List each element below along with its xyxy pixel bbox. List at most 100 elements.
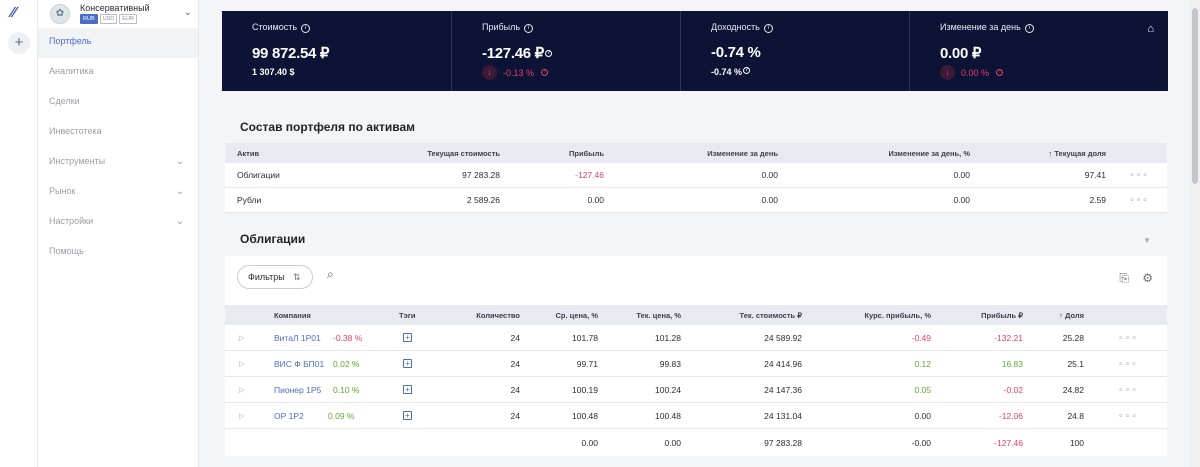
add-tag-icon[interactable]: +	[403, 359, 412, 368]
totals-row: 0.00 0.00 97 283.28 -0.00 -127.46 100	[225, 429, 1167, 456]
sidebar-item-label: Портфель	[49, 36, 92, 46]
sidebar-item[interactable]: Инструменты ⌄	[38, 148, 198, 178]
filters-button[interactable]: Фильтры ⇅	[237, 265, 313, 289]
expand-triangle-icon[interactable]: ▷	[239, 360, 244, 368]
col-current-value[interactable]: Текущая стоимость	[427, 149, 500, 158]
col-day-change-pct[interactable]: Изменение за день, %	[888, 149, 970, 158]
table-row[interactable]: Рубли 2 589.26 0.00 0.00 0.00 2.59 ∘∘∘	[225, 188, 1167, 213]
asset-day-change-pct: 0.00	[953, 195, 970, 205]
sidebar-item[interactable]: Портфель	[38, 28, 198, 58]
scrollbar-thumb[interactable]	[1192, 8, 1198, 184]
more-icon[interactable]: ∘∘∘	[1129, 169, 1149, 180]
currency-rub[interactable]: RUB	[80, 14, 98, 24]
bond-fx-profit: 0.12	[914, 359, 931, 369]
bond-cur-value: 24 589.92	[764, 333, 802, 343]
collapse-triangle-icon[interactable]: ▼	[1143, 236, 1151, 245]
add-tag-icon[interactable]: +	[403, 333, 412, 342]
bond-company-link[interactable]: ОР 1Р2	[274, 411, 304, 421]
bond-fx-profit: -0.49	[911, 333, 931, 343]
bond-qty: 24	[510, 411, 520, 421]
add-tag-icon[interactable]: +	[403, 385, 412, 394]
sidebar-item[interactable]: Инвестотека	[38, 118, 198, 148]
info-icon[interactable]: i	[763, 24, 773, 33]
col-share[interactable]: ↑ Доля	[1059, 311, 1084, 320]
col-profit[interactable]: Прибыль ₽	[981, 311, 1023, 320]
expand-triangle-icon[interactable]: ▷	[239, 412, 244, 420]
table-row[interactable]: ▷ ОР 1Р2 0.09 % +24 100.48 100.48 24 131.04 0.0…	[225, 403, 1167, 429]
table-row[interactable]: ▷ ВИС Ф БП01 0.02 % +24 99.71 99.83 24 414.96 0…	[225, 351, 1167, 377]
bond-company-link[interactable]: Пионер 1Р5	[274, 385, 321, 395]
chevron-down-icon[interactable]: ⌄	[176, 148, 184, 175]
bond-profit: -0.02	[1003, 385, 1023, 395]
table-row[interactable]: ▷ Пионер 1Р5 0.10 % +24 100.19 100.24 24 147.3…	[225, 377, 1167, 403]
add-portfolio-button[interactable]: +	[8, 32, 30, 54]
summary-day-change: Изменение за день i 0.00 ₽ ↓ 0.00 %? ⌂	[909, 11, 1168, 91]
add-tag-icon[interactable]: +	[403, 411, 412, 420]
col-qty[interactable]: Количество	[476, 311, 520, 320]
asset-share: 97.41	[1084, 170, 1106, 180]
help-icon[interactable]: ?	[541, 69, 549, 76]
view-toggle-icon[interactable]: ⚙	[1142, 271, 1153, 285]
currency-eur[interactable]: EUR	[119, 14, 137, 24]
summary-yield-sub: -0.74 %	[711, 67, 743, 77]
col-asset[interactable]: Актив	[237, 149, 259, 158]
export-file-icon[interactable]: ⎘	[1119, 271, 1129, 286]
help-icon[interactable]: ?	[743, 67, 751, 74]
bond-share: 24.82	[1062, 385, 1084, 395]
expand-triangle-icon[interactable]: ▷	[239, 386, 244, 394]
col-day-change[interactable]: Изменение за день	[707, 149, 778, 158]
more-icon[interactable]: ∘∘∘	[1129, 194, 1149, 205]
total-cur-price: 0.00	[664, 438, 681, 448]
bond-company-link[interactable]: ВитаЛ 1Р01	[274, 333, 321, 343]
bond-profit: 16.83	[1001, 359, 1023, 369]
bond-cur-price: 100.48	[655, 411, 681, 421]
bond-avg-price: 100.19	[572, 385, 598, 395]
currency-usd[interactable]: USD	[99, 14, 118, 24]
more-icon[interactable]: ∘∘∘	[1118, 332, 1138, 343]
sidebar-item[interactable]: Рынок ⌄	[38, 178, 198, 208]
bond-qty: 24	[510, 333, 520, 343]
search-icon[interactable]: ⌕	[327, 268, 339, 280]
summary-value: Стоимость i 99 872.54 ₽ 1 307.40 $	[222, 11, 451, 91]
bonds-panel: Фильтры ⇅ ⌕ ⎘ ⚙ Компания Тэги Количество…	[225, 256, 1167, 456]
bond-share: 25.28	[1062, 333, 1084, 343]
info-icon[interactable]: i	[1024, 24, 1034, 33]
bank-icon[interactable]: ⌂	[1147, 23, 1154, 35]
summary-profit-label: Прибыль	[482, 22, 521, 32]
sidebar-nav: Портфель Аналитика Сделки Инвестотека Инстру…	[38, 28, 198, 268]
sidebar-item[interactable]: Настройки ⌄	[38, 208, 198, 238]
expand-triangle-icon[interactable]: ▷	[239, 334, 244, 342]
chevron-down-icon[interactable]: ⌄	[176, 208, 184, 235]
more-icon[interactable]: ∘∘∘	[1118, 384, 1138, 395]
bond-share: 24.8	[1067, 411, 1084, 421]
col-avg-price[interactable]: Ср. цена, %	[556, 311, 598, 320]
summary-day-change-delta: 0.00 %	[961, 67, 990, 78]
sidebar-item[interactable]: Помощь	[38, 238, 198, 268]
col-fx-profit[interactable]: Курс. прибыль, %	[864, 311, 931, 320]
info-icon[interactable]: i	[524, 24, 534, 33]
app-logo-icon[interactable]: ⁄⁄	[11, 5, 29, 21]
sidebar-item[interactable]: Сделки	[38, 88, 198, 118]
col-profit[interactable]: Прибыль	[569, 149, 604, 158]
table-row[interactable]: ▷ ВитаЛ 1Р01 -0.38 % +24 101.78 101.28 24 589.…	[225, 325, 1167, 351]
more-icon[interactable]: ∘∘∘	[1118, 410, 1138, 421]
help-icon[interactable]: ?	[544, 50, 552, 57]
summary-day-change-main: 0.00 ₽	[940, 45, 982, 62]
asset-name: Рубли	[237, 195, 262, 205]
chevron-down-icon[interactable]: ⌄	[184, 7, 192, 18]
col-current-share[interactable]: ↑ Текущая доля	[1049, 149, 1107, 158]
more-icon[interactable]: ∘∘∘	[1118, 358, 1138, 369]
info-icon[interactable]: i	[301, 24, 311, 33]
col-cur-value[interactable]: Тек. стоимость ₽	[740, 311, 802, 320]
page-scrollbar[interactable]	[1190, 0, 1200, 467]
bond-company-link[interactable]: ВИС Ф БП01	[274, 359, 324, 369]
col-cur-price[interactable]: Тек. цена, %	[636, 311, 681, 320]
chevron-down-icon[interactable]: ⌄	[176, 178, 184, 205]
col-company[interactable]: Компания	[274, 311, 311, 320]
account-switcher[interactable]: ✿ Консервативный RUB USD EUR ⌄	[50, 3, 195, 25]
help-icon[interactable]: ?	[996, 69, 1004, 76]
summary-yield-label: Доходность	[711, 22, 760, 32]
table-row[interactable]: Облигации 97 283.28 -127.46 0.00 0.00 97.41 ∘∘…	[225, 163, 1167, 188]
sidebar-item[interactable]: Аналитика	[38, 58, 198, 88]
col-tags[interactable]: Тэги	[399, 311, 415, 320]
